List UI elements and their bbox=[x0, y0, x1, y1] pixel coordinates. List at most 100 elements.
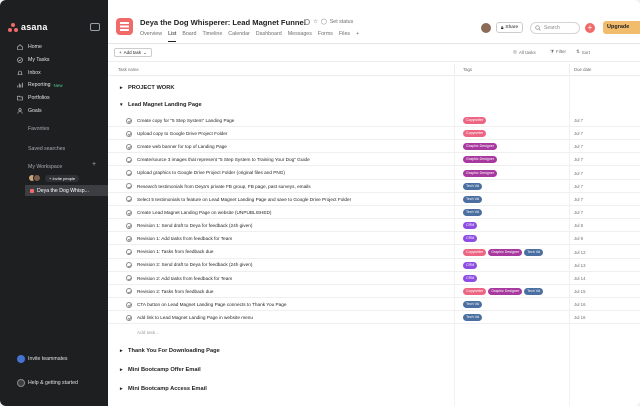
tab-files[interactable]: Files bbox=[339, 31, 350, 41]
due-date[interactable]: Jul 7 bbox=[574, 157, 583, 162]
task-name[interactable]: Create Lead Magnet Landing Page on websi… bbox=[137, 210, 271, 215]
task-name[interactable]: Revision 2: Send draft to Deya for feedb… bbox=[137, 262, 252, 267]
quick-add-button[interactable]: + bbox=[585, 23, 595, 33]
sidebar-item-home[interactable]: Home bbox=[0, 41, 108, 53]
task-name[interactable]: Create copy for "5 Step System" Landing … bbox=[137, 118, 234, 123]
table-row[interactable]: Create Lead Magnet Landing Page on websi… bbox=[108, 206, 640, 220]
due-date[interactable]: Jul 16 bbox=[574, 315, 585, 320]
column-task-name[interactable]: Task name bbox=[118, 67, 139, 72]
due-date[interactable]: Jul 7 bbox=[574, 144, 583, 149]
tag-badge[interactable]: Tech VA bbox=[463, 182, 483, 190]
due-date[interactable]: Jul 14 bbox=[574, 276, 585, 281]
share-button[interactable]: 🔒︎ Share bbox=[496, 22, 523, 33]
table-row[interactable]: Revision 1: Add tasks from feedback for … bbox=[108, 232, 640, 246]
table-row[interactable]: CTA button on Lead Magnet Landing Page c… bbox=[108, 298, 640, 312]
section-mini-bootcamp-access[interactable]: ▸ Mini Bootcamp Access Email bbox=[108, 381, 640, 397]
task-name[interactable]: Revision 2: Tasks from feedback due bbox=[137, 289, 214, 294]
caret-right-icon[interactable]: ▸ bbox=[120, 85, 123, 91]
table-row[interactable]: Create copy for "5 Step System" Landing … bbox=[108, 114, 640, 127]
sidebar-item-my-tasks[interactable]: My Tasks bbox=[0, 54, 108, 66]
table-row[interactable]: Select 5 testimonials to feature on Lead… bbox=[108, 193, 640, 206]
tag-badge[interactable]: CRM bbox=[463, 222, 478, 230]
tag-badge[interactable]: Tech VA bbox=[463, 314, 483, 322]
tag-badge[interactable]: Copywriter bbox=[463, 287, 487, 295]
tag-badge[interactable]: CRM bbox=[463, 235, 478, 243]
task-name[interactable]: CTA button on Lead Magnet Landing Page c… bbox=[137, 302, 286, 307]
task-name[interactable]: Upload graphics to Google Drive Project … bbox=[137, 170, 285, 175]
table-row[interactable]: Revision 2: Tasks from feedback due Copyw… bbox=[108, 285, 640, 298]
task-name[interactable]: Create/source 3 images that represent "5… bbox=[137, 157, 310, 162]
page-title[interactable]: Deya the Dog Whisperer: Lead Magnet Funn… bbox=[140, 18, 306, 27]
complete-checkbox-icon[interactable] bbox=[126, 314, 132, 321]
tab-overview[interactable]: Overview bbox=[140, 31, 162, 41]
tag-badge[interactable]: Graphic Designer bbox=[463, 156, 497, 164]
tag-badge[interactable]: Graphic Designer bbox=[463, 143, 497, 151]
task-name[interactable]: Add link to Lead Magnet Landing Page in … bbox=[137, 315, 253, 320]
caret-right-icon[interactable]: ▸ bbox=[120, 367, 123, 373]
tag-badge[interactable]: CRM bbox=[463, 274, 478, 282]
section-thank-you-page[interactable]: ▸ Thank You For Downloading Page bbox=[108, 343, 640, 359]
complete-checkbox-icon[interactable] bbox=[126, 156, 132, 163]
tab-calendar[interactable]: Calendar bbox=[228, 31, 250, 41]
tab-timeline[interactable]: Timeline bbox=[202, 31, 222, 41]
add-task-button[interactable]: + Add task ⌄ bbox=[114, 48, 152, 57]
complete-checkbox-icon[interactable] bbox=[126, 288, 132, 295]
sidebar-item-reporting[interactable]: Reporting New bbox=[0, 79, 108, 91]
info-icon[interactable] bbox=[304, 18, 311, 25]
add-project-icon[interactable]: + bbox=[92, 161, 96, 168]
due-date[interactable]: Jul 16 bbox=[574, 302, 585, 307]
due-date[interactable]: Jul 7 bbox=[574, 210, 583, 215]
sidebar-favorites[interactable]: Favorites bbox=[28, 126, 49, 132]
complete-checkbox-icon[interactable] bbox=[126, 130, 132, 137]
sidebar-workspace[interactable]: My Workspace bbox=[28, 164, 62, 170]
complete-checkbox-icon[interactable] bbox=[126, 275, 132, 282]
tag-badge[interactable]: Graphic Designer bbox=[488, 287, 523, 295]
status-icon[interactable]: ◯ bbox=[321, 19, 327, 25]
tab-forms[interactable]: Forms bbox=[318, 31, 333, 41]
upgrade-button[interactable]: Upgrade bbox=[603, 21, 640, 34]
all-tasks-button[interactable]: ◎ All tasks bbox=[513, 49, 536, 55]
filter-button[interactable]: ⧩ Filter bbox=[550, 49, 566, 54]
section-project-work[interactable]: ▸ PROJECT WORK bbox=[108, 80, 640, 96]
tag-badge[interactable]: Tech VA bbox=[463, 195, 483, 203]
chevron-down-icon[interactable]: ⌄ bbox=[296, 18, 301, 25]
task-name[interactable]: Revision 1: Send draft to Deya for feedb… bbox=[137, 223, 252, 228]
tag-badge[interactable]: Graphic Designer bbox=[463, 169, 497, 177]
star-icon[interactable]: ☆ bbox=[313, 19, 318, 25]
set-status-button[interactable]: Set status bbox=[330, 19, 354, 25]
column-tags[interactable]: Tags bbox=[463, 67, 472, 72]
tab-dashboard[interactable]: Dashboard bbox=[256, 31, 282, 41]
due-date[interactable]: Jul 8 bbox=[574, 223, 583, 228]
tab-board[interactable]: Board bbox=[182, 31, 196, 41]
sidebar-item-portfolios[interactable]: Portfolios bbox=[0, 92, 108, 104]
due-date[interactable]: Jul 7 bbox=[574, 131, 583, 136]
table-row[interactable]: Research testimonials from Deya's privat… bbox=[108, 180, 640, 193]
task-name[interactable]: Revision 1: Tasks from feedback due bbox=[137, 249, 214, 254]
avatar[interactable] bbox=[481, 23, 491, 33]
table-row[interactable]: Revision 2: Add tasks from feedback for … bbox=[108, 272, 640, 285]
due-date[interactable]: Jul 7 bbox=[574, 171, 583, 176]
caret-right-icon[interactable]: ▸ bbox=[120, 348, 123, 354]
due-date[interactable]: Jul 15 bbox=[574, 289, 585, 294]
due-date[interactable]: Jul 7 bbox=[574, 184, 583, 189]
column-due-date[interactable]: Due date bbox=[574, 67, 591, 72]
complete-checkbox-icon[interactable] bbox=[126, 143, 132, 150]
sidebar-item-inbox[interactable]: Inbox bbox=[0, 67, 108, 79]
due-date[interactable]: Jul 7 bbox=[574, 197, 583, 202]
complete-checkbox-icon[interactable] bbox=[126, 209, 132, 216]
task-name[interactable]: Select 5 testimonials to feature on Lead… bbox=[137, 197, 351, 202]
section-lead-magnet-landing-page[interactable]: ▾ Lead Magnet Landing Page bbox=[108, 97, 640, 113]
tag-badge[interactable]: Copywriter bbox=[463, 130, 487, 138]
table-row[interactable]: Revision 1: Tasks from feedback due Copyw… bbox=[108, 246, 640, 259]
task-name[interactable]: Upload copy to Google Drive Project Fold… bbox=[137, 131, 227, 136]
due-date[interactable]: Jul 13 bbox=[574, 263, 585, 268]
tag-badge[interactable]: CRM bbox=[463, 261, 478, 269]
tag-badge[interactable]: Tech VA bbox=[524, 287, 544, 295]
tag-badge[interactable]: Copywriter bbox=[463, 117, 487, 124]
table-row[interactable]: Revision 1: Send draft to Deya for feedb… bbox=[108, 219, 640, 233]
collapse-sidebar-icon[interactable] bbox=[90, 23, 100, 31]
table-row[interactable]: Create web banner for top of Landing Pag… bbox=[108, 140, 640, 154]
due-date[interactable]: Jul 7 bbox=[574, 118, 583, 123]
tag-badge[interactable]: Tech VA bbox=[463, 209, 483, 217]
tag-badge[interactable]: Tech VA bbox=[524, 248, 544, 256]
